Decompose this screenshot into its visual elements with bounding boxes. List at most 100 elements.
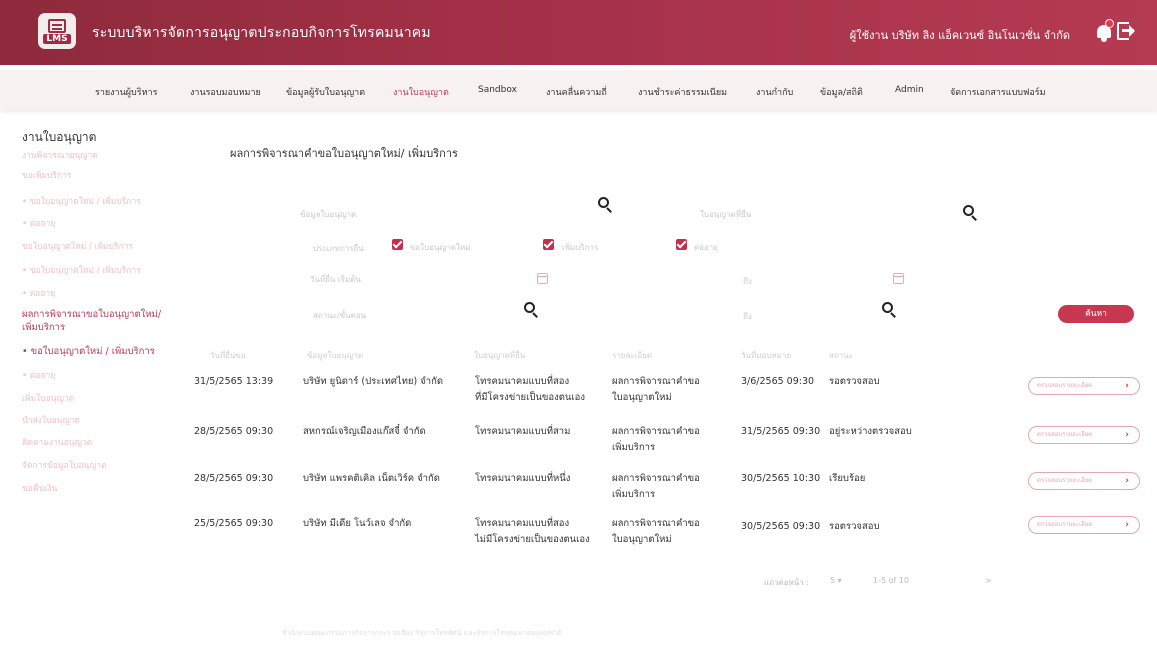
sidebar-item-new-license-active[interactable]: • ขอใบอนุญาตใหม่ / เพิ่มบริการ bbox=[22, 344, 155, 359]
search-button[interactable]: ค้นหา bbox=[1058, 305, 1134, 323]
lms-logo[interactable]: LMS bbox=[38, 13, 76, 49]
view-details-button[interactable]: ตรวจสอบรายละเอียด › bbox=[1028, 426, 1140, 444]
row-type: โทรคมนาคมแบบที่สอง bbox=[475, 518, 570, 529]
checkbox-renewal-label: ต่ออายุ bbox=[694, 243, 718, 252]
row-licensee: สหกรณ์เจริญเมืองแก๊สจี๋ จำกัด bbox=[303, 426, 426, 437]
column-header-status[interactable]: สถานะ bbox=[829, 349, 853, 362]
sidebar-item[interactable]: ติดตามงานอนุญาต bbox=[22, 435, 92, 449]
chevron-right-icon: › bbox=[1125, 476, 1129, 486]
row-detail-line2: ใบอนุญาตใหม่ bbox=[612, 392, 672, 403]
end-date-label[interactable]: ถึง bbox=[743, 275, 752, 288]
top-header: LMS ระบบบริหารจัดการอนุญาตประกอบกิจการโท… bbox=[0, 0, 1157, 65]
start-date-label[interactable]: วันที่ยื่น เริ่มต้น bbox=[310, 273, 361, 286]
row-type: โทรคมนาคมแบบที่สอง bbox=[475, 376, 570, 387]
view-details-label: ตรวจสอบรายละเอียด bbox=[1037, 431, 1093, 438]
page-title: ผลการพิจารณาคำขอใบอนุญาตใหม่/ เพิ่มบริกา… bbox=[230, 147, 458, 160]
row-assigned-date: 3/6/2565 09:30 bbox=[741, 376, 815, 387]
search-icon[interactable] bbox=[524, 302, 540, 318]
nav-item-admin[interactable]: Admin bbox=[895, 85, 924, 95]
sidebar-item[interactable]: • ขอใบอนุญาตใหม่ / เพิ่มบริการ bbox=[22, 194, 141, 208]
row-detail-line2: เพิ่มบริการ bbox=[612, 489, 656, 500]
row-licensee: บริษัท มีเดีย โนว์เลจ จำกัด bbox=[303, 518, 412, 529]
rows-per-page-select[interactable]: 5 ▾ bbox=[830, 576, 842, 585]
view-details-button[interactable]: ตรวจสอบรายละเอียด › bbox=[1028, 516, 1140, 534]
row-status: เรียบร้อย bbox=[829, 473, 866, 484]
chevron-right-icon: › bbox=[1125, 520, 1129, 530]
nav-item-sandbox[interactable]: Sandbox bbox=[478, 85, 517, 95]
row-assigned-date: 30/5/2565 09:30 bbox=[741, 521, 821, 532]
nav-item-form-documents[interactable]: จัดการเอกสารแบบฟอร์ม bbox=[950, 85, 1046, 99]
search-icon[interactable] bbox=[598, 197, 614, 213]
nav-item-frequency[interactable]: งานคลื่นความถี่ bbox=[546, 85, 607, 99]
row-status: อยู่ระหว่างตรวจสอบ bbox=[829, 426, 912, 437]
column-header-detail[interactable]: รายละเอียด bbox=[612, 349, 652, 362]
row-type-line2: ไม่มีโครงข่ายเป็นของตนเอง bbox=[475, 534, 590, 545]
sidebar-item-result-active-cont[interactable]: เพิ่มบริการ bbox=[22, 320, 65, 335]
sidebar-item[interactable]: จัดการข้อมูลใบอนุญาต bbox=[22, 458, 107, 472]
license-type-filter-label[interactable]: ใบอนุญาตที่ยื่น bbox=[700, 208, 751, 221]
row-detail: ผลการพิจารณาคำขอ bbox=[612, 518, 700, 529]
chevron-right-icon: › bbox=[1125, 430, 1129, 440]
column-header-assigned-date[interactable]: วันที่มอบหมาย bbox=[741, 349, 791, 362]
row-date: 25/5/2565 09:30 bbox=[194, 518, 274, 529]
view-details-button[interactable]: ตรวจสอบรายละเอียด › bbox=[1028, 472, 1140, 490]
request-type-label: ประเภทการยื่น bbox=[313, 244, 364, 253]
calendar-icon[interactable] bbox=[537, 273, 548, 284]
sidebar-item[interactable]: งานพิจารณาอนุญาต bbox=[22, 148, 98, 162]
sidebar: งานใบอนุญาต งานพิจารณาอนุญาต ขอเพิ่มบริก… bbox=[0, 120, 180, 520]
sidebar-item[interactable]: ขอใบอนุญาตใหม่ / เพิ่มบริการ bbox=[22, 239, 133, 253]
next-page-button[interactable]: > bbox=[985, 576, 992, 585]
view-details-label: ตรวจสอบรายละเอียด bbox=[1037, 521, 1093, 528]
status-to-label[interactable]: ถึง bbox=[743, 310, 752, 323]
sidebar-item[interactable]: ขอคืนเงิน bbox=[22, 481, 57, 495]
user-name: ผู้ใช้งาน บริษัท ลิง แอ็คเวนซ์ อินโนเวชั… bbox=[849, 29, 1070, 42]
notification-badge bbox=[1105, 19, 1114, 28]
row-status: รอตรวจสอบ bbox=[829, 521, 880, 532]
view-details-label: ตรวจสอบรายละเอียด bbox=[1037, 382, 1093, 389]
search-icon[interactable] bbox=[963, 205, 979, 221]
row-licensee: บริษัท แพรคติเคิล เน็ตเวิร์ค จำกัด bbox=[303, 473, 440, 484]
row-detail-line2: เพิ่มบริการ bbox=[612, 442, 656, 453]
sidebar-item[interactable]: • ต่ออายุ bbox=[22, 286, 55, 300]
sidebar-item[interactable]: • ต่ออายุ bbox=[22, 216, 55, 230]
checkbox-new-license[interactable] bbox=[392, 239, 403, 250]
nav-item-data-stats[interactable]: ข้อมูล/สถิติ bbox=[820, 85, 863, 99]
row-date: 28/5/2565 09:30 bbox=[194, 426, 274, 437]
nav-item-pending-assignment[interactable]: งานรอบมอบหมาย bbox=[190, 85, 261, 99]
column-header-license-type[interactable]: ใบอนุญาตที่ยื่น bbox=[474, 349, 525, 362]
row-type-line2: ที่มีโครงข่ายเป็นของตนเอง bbox=[475, 392, 585, 403]
sidebar-item[interactable]: เพิ่มใบอนุญาต bbox=[22, 391, 74, 405]
row-detail: ผลการพิจารณาคำขอ bbox=[612, 473, 700, 484]
nav-item-license-work[interactable]: งานใบอนุญาต bbox=[393, 85, 449, 99]
row-assigned-date: 30/5/2565 10:30 bbox=[741, 473, 821, 484]
bell-icon[interactable] bbox=[1095, 19, 1114, 42]
sidebar-item[interactable]: • ขอใบอนุญาตใหม่ / เพิ่มบริการ bbox=[22, 263, 141, 277]
calendar-icon[interactable] bbox=[893, 273, 904, 284]
checkbox-add-service-label: เพิ่มบริการ bbox=[562, 243, 599, 252]
logout-icon[interactable] bbox=[1117, 22, 1135, 40]
row-date: 31/5/2565 13:39 bbox=[194, 376, 274, 387]
column-header-licensee[interactable]: ข้อมูลใบอนุญาต bbox=[307, 349, 363, 362]
search-icon[interactable] bbox=[882, 302, 898, 318]
logo-text: LMS bbox=[43, 33, 71, 44]
sidebar-item[interactable]: นำส่งใบอนุญาต bbox=[22, 413, 80, 427]
row-date: 28/5/2565 09:30 bbox=[194, 473, 274, 484]
sidebar-title: งานใบอนุญาต bbox=[22, 130, 97, 144]
licensee-filter-label[interactable]: ข้อมูลใบอนุญาต bbox=[300, 208, 356, 221]
page-range: 1-5 of 10 bbox=[873, 576, 910, 585]
column-header-date[interactable]: วันที่ยื่นขอ bbox=[210, 349, 246, 362]
nav-item-regulation[interactable]: งานกำกับ bbox=[756, 85, 793, 99]
nav-item-licensee-info[interactable]: ข้อมูลผู้รับใบอนุญาต bbox=[286, 85, 365, 99]
checkbox-add-service[interactable] bbox=[543, 239, 554, 250]
sidebar-item[interactable]: • ต่ออายุ bbox=[22, 368, 55, 382]
row-detail: ผลการพิจารณาคำขอ bbox=[612, 426, 700, 437]
view-details-button[interactable]: ตรวจสอบรายละเอียด › bbox=[1028, 377, 1140, 395]
app-title: ระบบบริหารจัดการอนุญาตประกอบกิจการโทรคมน… bbox=[92, 25, 431, 41]
sidebar-item[interactable]: ขอเพิ่มบริการ bbox=[22, 168, 71, 182]
status-filter-label[interactable]: สถานะ/ขั้นตอน bbox=[313, 309, 366, 322]
nav-item-fee-payment[interactable]: งานชำระค่าธรรมเนียม bbox=[638, 85, 727, 99]
row-detail-line2: ใบอนุญาตใหม่ bbox=[612, 534, 672, 545]
nav-item-executive-report[interactable]: รายงานผู้บริหาร bbox=[95, 85, 157, 99]
footer-text: สำนักงานคณะกรรมการกิจการกระจายเสียง กิจก… bbox=[282, 629, 562, 637]
checkbox-renewal[interactable] bbox=[676, 239, 687, 250]
